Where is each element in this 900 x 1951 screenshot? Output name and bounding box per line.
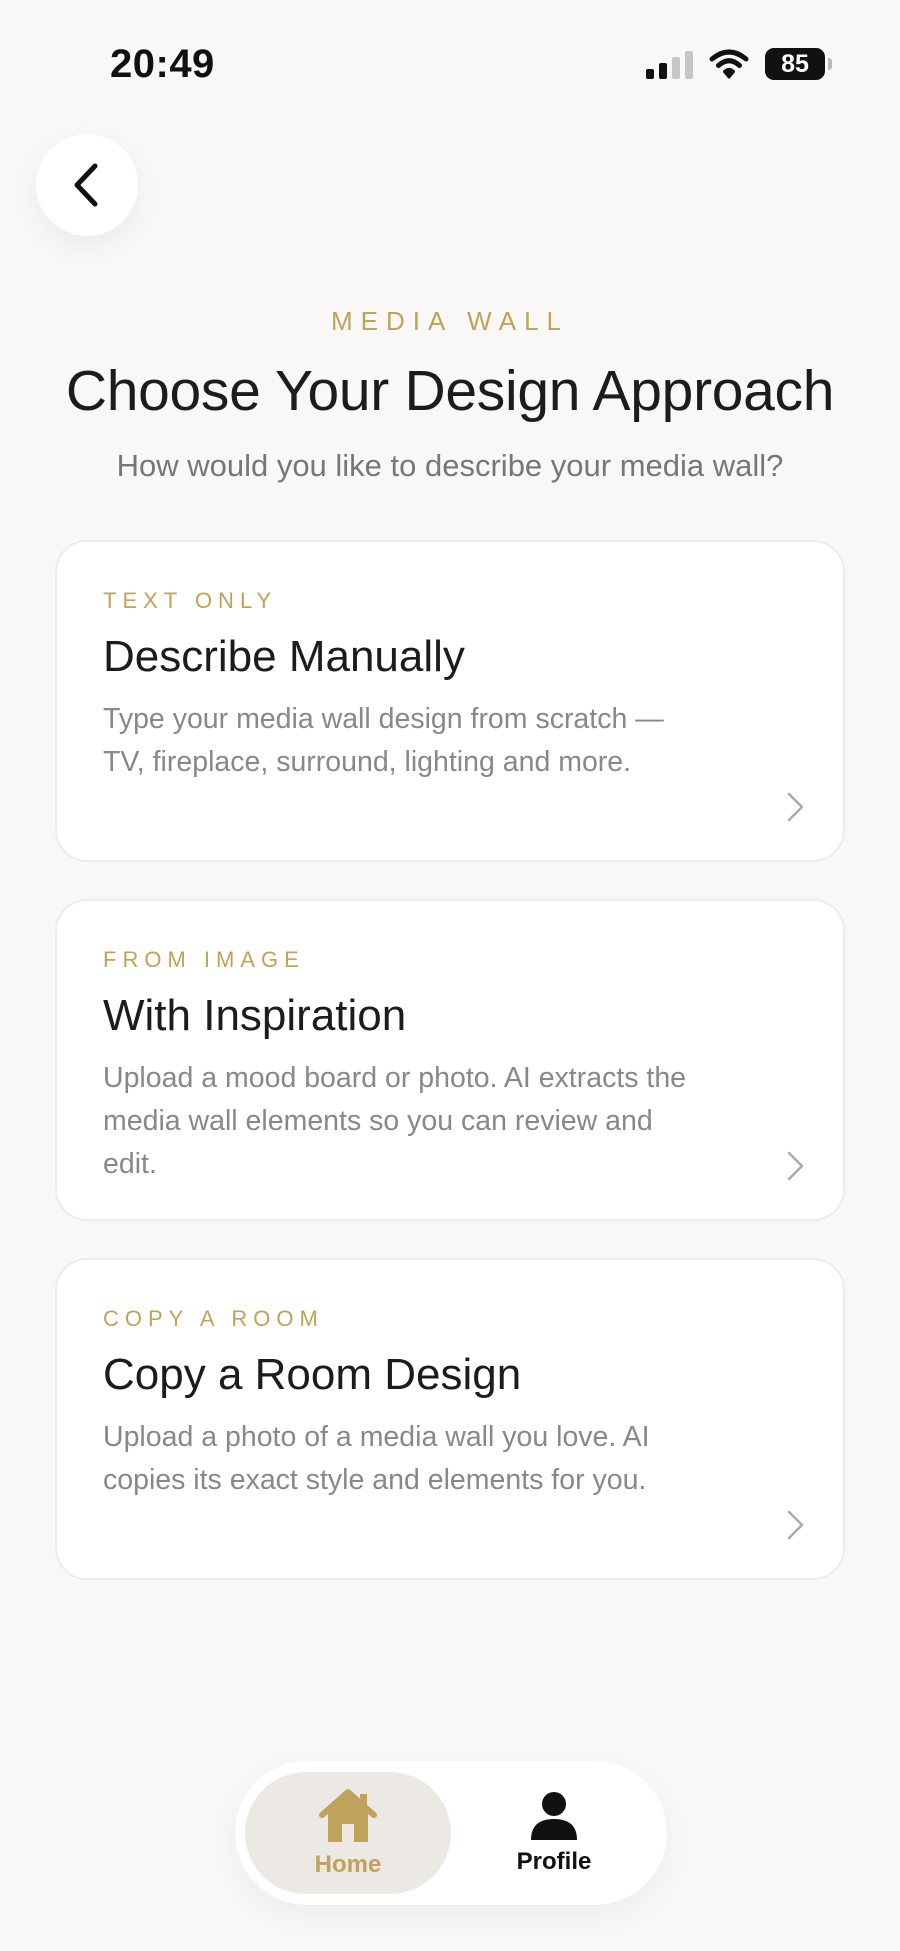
page-title: Choose Your Design Approach	[65, 359, 835, 423]
chevron-right-icon	[787, 1151, 804, 1181]
card-eyebrow: TEXT ONLY	[103, 588, 278, 613]
section-eyebrow: MEDIA WALL	[331, 306, 569, 336]
tab-home[interactable]: Home	[245, 1772, 451, 1894]
home-icon	[319, 1789, 377, 1842]
option-card-describe-manually[interactable]: TEXT ONLY Describe Manually Type your me…	[55, 540, 845, 862]
signal-icon	[646, 49, 693, 79]
battery-level: 85	[781, 49, 809, 78]
screen: 20:49 85 MEDIA WALL Choose Your Design A…	[0, 0, 900, 1951]
card-description: Upload a mood board or photo. AI extract…	[103, 1062, 687, 1180]
card-eyebrow: FROM IMAGE	[103, 947, 305, 972]
card-title: Copy a Room Design	[103, 1350, 522, 1399]
card-description: Upload a photo of a media wall you love.…	[103, 1421, 650, 1496]
option-card-copy-room[interactable]: COPY A ROOM Copy a Room Design Upload a …	[55, 1258, 845, 1580]
tab-profile-label: Profile	[516, 1848, 592, 1875]
status-time: 20:49	[110, 42, 215, 86]
wifi-icon	[709, 49, 749, 79]
card-title: With Inspiration	[103, 991, 407, 1040]
tab-home-label: Home	[314, 1851, 382, 1878]
page-subtitle: How would you like to describe your medi…	[116, 448, 784, 483]
card-title: Describe Manually	[103, 632, 465, 681]
person-icon	[531, 1792, 577, 1840]
chevron-right-icon	[787, 792, 804, 822]
tab-bar: Home Profile	[235, 1761, 667, 1905]
back-chevron-icon	[74, 163, 98, 207]
tab-profile[interactable]: Profile	[451, 1772, 657, 1894]
card-eyebrow: COPY A ROOM	[103, 1306, 324, 1331]
back-button[interactable]	[36, 134, 138, 236]
option-card-with-inspiration[interactable]: FROM IMAGE With Inspiration Upload a moo…	[55, 899, 845, 1221]
card-description: Type your media wall design from scratch…	[103, 703, 664, 778]
status-icons: 85	[646, 48, 832, 80]
chevron-right-icon	[787, 1510, 804, 1540]
battery-icon: 85	[765, 48, 832, 80]
